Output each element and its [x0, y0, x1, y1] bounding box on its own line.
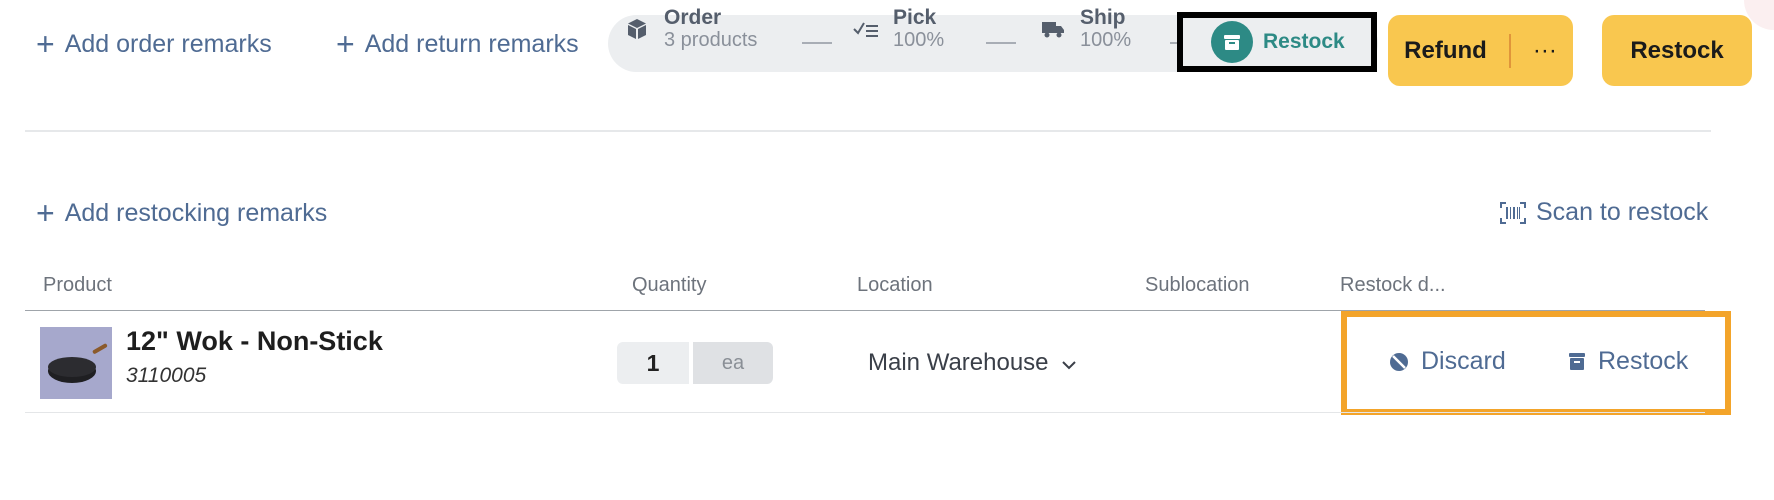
truck-icon: [1040, 16, 1066, 42]
add-return-remarks-label: Add return remarks: [364, 29, 579, 58]
restock-button-label: Restock: [1630, 36, 1724, 64]
plus-icon: +: [36, 195, 55, 231]
plus-icon: +: [36, 26, 55, 62]
step-pick-label: Pick: [893, 6, 937, 30]
discard-label: Discard: [1421, 347, 1506, 375]
product-thumbnail: [40, 327, 112, 399]
step-connector: [802, 42, 832, 44]
add-restocking-remarks-link[interactable]: + Add restocking remarks: [36, 197, 327, 229]
step-order-label: Order: [664, 6, 722, 30]
step-connector: [986, 42, 1016, 44]
restock-row-button[interactable]: Restock: [1568, 347, 1688, 376]
column-header-quantity: Quantity: [632, 274, 707, 296]
discard-button[interactable]: Discard: [1389, 347, 1506, 376]
product-name: 12" Wok - Non-Stick: [126, 326, 383, 356]
step-ship[interactable]: Ship 100%: [1040, 6, 1131, 52]
step-pick[interactable]: Pick 100%: [853, 6, 944, 52]
step-restock-active[interactable]: Restock: [1177, 12, 1377, 72]
quantity-unit: ea: [693, 342, 773, 384]
discard-icon: [1389, 352, 1409, 372]
add-order-remarks-label: Add order remarks: [64, 29, 272, 58]
add-restocking-remarks-label: Add restocking remarks: [64, 198, 328, 227]
restock-button[interactable]: Restock: [1602, 15, 1752, 86]
step-ship-label: Ship: [1080, 6, 1126, 30]
section-divider: [25, 130, 1711, 132]
chevron-down-icon: [1061, 349, 1077, 377]
archive-icon: [1211, 21, 1253, 63]
more-options-icon[interactable]: ···: [1533, 37, 1557, 65]
checklist-icon: [853, 16, 879, 42]
step-restock-label: Restock: [1263, 30, 1345, 53]
refund-button-label: Refund: [1404, 36, 1487, 64]
scan-to-restock-label: Scan to restock: [1536, 198, 1709, 226]
quantity-input[interactable]: 1: [617, 342, 689, 384]
location-value: Main Warehouse: [868, 349, 1049, 376]
plus-icon: +: [336, 26, 355, 62]
column-header-sublocation: Sublocation: [1145, 274, 1250, 296]
column-header-restock-decision: Restock d...: [1340, 274, 1446, 296]
add-order-remarks-link[interactable]: + Add order remarks: [36, 28, 272, 60]
column-header-product: Product: [43, 274, 112, 296]
add-return-remarks-link[interactable]: + Add return remarks: [336, 28, 579, 60]
table-row-divider: [25, 412, 1705, 413]
step-order[interactable]: Order 3 products: [624, 6, 757, 52]
scan-to-restock-link[interactable]: Scan to restock: [1500, 198, 1708, 227]
step-order-sub: 3 products: [664, 28, 758, 51]
box-icon: [624, 16, 650, 42]
product-sku: 3110005: [126, 364, 207, 387]
step-ship-sub: 100%: [1080, 28, 1132, 51]
column-header-location: Location: [857, 274, 933, 296]
location-select[interactable]: Main Warehouse: [868, 349, 1077, 377]
refund-button[interactable]: Refund ···: [1388, 15, 1573, 86]
archive-icon: [1568, 352, 1586, 372]
barcode-icon: [1500, 201, 1526, 224]
button-separator: [1508, 33, 1511, 68]
step-pick-sub: 100%: [893, 28, 945, 51]
restock-row-label: Restock: [1598, 347, 1689, 375]
